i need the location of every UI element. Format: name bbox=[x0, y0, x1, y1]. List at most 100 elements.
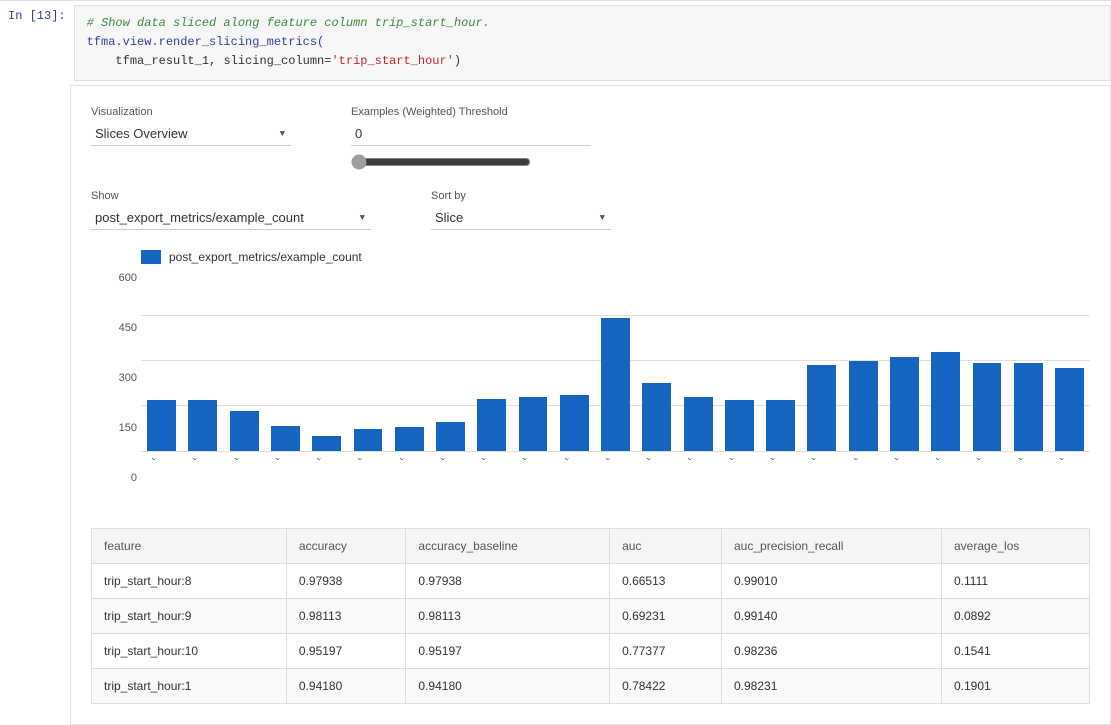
visualization-group: Visualization Slices Overview Metrics Hi… bbox=[91, 106, 291, 170]
bar bbox=[477, 399, 506, 451]
col-accuracy: accuracy bbox=[286, 528, 406, 563]
col-average-loss: average_los bbox=[942, 528, 1090, 563]
table-header-row: feature accuracy accuracy_baseline auc a… bbox=[92, 528, 1090, 563]
y-label-0: 0 bbox=[131, 472, 137, 484]
sortby-select-wrapper[interactable]: Slice Metric Value bbox=[431, 206, 611, 230]
table-cell-5: 0.1111 bbox=[942, 563, 1090, 598]
table-cell-5: 0.1541 bbox=[942, 633, 1090, 668]
code-comment: # Show data sliced along feature column … bbox=[87, 16, 490, 30]
bar-wrapper bbox=[884, 272, 925, 451]
table-cell-1: 0.97938 bbox=[286, 563, 406, 598]
table-body: trip_start_hour:80.979380.979380.665130.… bbox=[92, 563, 1090, 703]
cell-label: In [13]: bbox=[0, 5, 74, 81]
bar bbox=[890, 357, 919, 450]
table-header: feature accuracy accuracy_baseline auc a… bbox=[92, 528, 1090, 563]
bar-wrapper bbox=[1049, 272, 1090, 451]
top-controls: Visualization Slices Overview Metrics Hi… bbox=[91, 106, 1090, 170]
show-select[interactable]: post_export_metrics/example_count accura… bbox=[91, 206, 371, 230]
code-arg: tfma_result_1, slicing_column='trip_star… bbox=[115, 54, 461, 68]
show-select-wrapper[interactable]: post_export_metrics/example_count accura… bbox=[91, 206, 371, 230]
bar-wrapper bbox=[760, 272, 801, 451]
bar-wrapper bbox=[636, 272, 677, 451]
bar bbox=[395, 427, 424, 450]
visualization-label: Visualization bbox=[91, 106, 291, 118]
bars-container: trip_s...trip_s...trip_s...trip_s...trip… bbox=[141, 272, 1090, 508]
visualization-select-wrapper[interactable]: Slices Overview Metrics Histogram bbox=[91, 122, 291, 146]
table-cell-4: 0.99010 bbox=[722, 563, 942, 598]
bar-wrapper bbox=[512, 272, 553, 451]
threshold-input[interactable] bbox=[351, 122, 591, 146]
y-axis: 600 450 300 150 0 bbox=[101, 272, 141, 484]
bar-wrapper bbox=[389, 272, 430, 451]
table-cell-1: 0.95197 bbox=[286, 633, 406, 668]
bar-wrapper bbox=[554, 272, 595, 451]
bar-wrapper bbox=[471, 272, 512, 451]
bar bbox=[849, 361, 878, 451]
bar bbox=[1014, 363, 1043, 451]
bar-wrapper bbox=[182, 272, 223, 451]
visualization-select[interactable]: Slices Overview Metrics Histogram bbox=[91, 122, 291, 146]
col-auc: auc bbox=[610, 528, 722, 563]
bar bbox=[642, 383, 671, 451]
bar bbox=[684, 397, 713, 451]
bar-wrapper bbox=[265, 272, 306, 451]
bar-wrapper bbox=[430, 272, 471, 451]
bar-wrapper bbox=[966, 272, 1007, 451]
chart-wrapper: 600 450 300 150 0 trip_s...trip_s...trip… bbox=[101, 272, 1090, 508]
threshold-group: Examples (Weighted) Threshold bbox=[351, 106, 591, 170]
cell-code: # Show data sliced along feature column … bbox=[74, 5, 1111, 81]
table-row: trip_start_hour:90.981130.981130.692310.… bbox=[92, 598, 1090, 633]
table-cell-3: 0.77377 bbox=[610, 633, 722, 668]
bar-wrapper bbox=[925, 272, 966, 451]
table-cell-0: trip_start_hour:8 bbox=[92, 563, 287, 598]
bar-wrapper bbox=[595, 272, 636, 451]
table-cell-5: 0.1901 bbox=[942, 668, 1090, 703]
show-label: Show bbox=[91, 190, 371, 202]
table-cell-2: 0.94180 bbox=[406, 668, 610, 703]
bar bbox=[188, 400, 217, 450]
bar bbox=[230, 411, 259, 450]
table-cell-4: 0.98236 bbox=[722, 633, 942, 668]
chart-area: post_export_metrics/example_count 600 45… bbox=[91, 250, 1090, 508]
bar bbox=[807, 365, 836, 451]
table-cell-4: 0.98231 bbox=[722, 668, 942, 703]
bar bbox=[560, 395, 589, 450]
table-cell-3: 0.78422 bbox=[610, 668, 722, 703]
bar-wrapper bbox=[1008, 272, 1049, 451]
bar bbox=[1055, 368, 1084, 450]
table-cell-2: 0.98113 bbox=[406, 598, 610, 633]
bar-wrapper bbox=[347, 272, 388, 451]
threshold-slider[interactable] bbox=[351, 154, 531, 170]
table-cell-2: 0.95197 bbox=[406, 633, 610, 668]
bar bbox=[354, 429, 383, 450]
bar bbox=[601, 318, 630, 450]
col-accuracy-baseline: accuracy_baseline bbox=[406, 528, 610, 563]
bar-wrapper bbox=[719, 272, 760, 451]
bar bbox=[312, 436, 341, 450]
col-feature: feature bbox=[92, 528, 287, 563]
y-label-600: 600 bbox=[119, 272, 137, 284]
bar bbox=[973, 363, 1002, 451]
table-cell-4: 0.99140 bbox=[722, 598, 942, 633]
chart-legend: post_export_metrics/example_count bbox=[101, 250, 1090, 264]
y-label-150: 150 bbox=[119, 422, 137, 434]
legend-text: post_export_metrics/example_count bbox=[169, 250, 362, 264]
table-cell-0: trip_start_hour:10 bbox=[92, 633, 287, 668]
bar-wrapper bbox=[677, 272, 718, 451]
data-table: feature accuracy accuracy_baseline auc a… bbox=[91, 528, 1090, 704]
code-cell: In [13]: # Show data sliced along featur… bbox=[0, 0, 1111, 85]
table-cell-1: 0.94180 bbox=[286, 668, 406, 703]
code-func: tfma.view.render_slicing_metrics( bbox=[87, 35, 325, 49]
bar bbox=[766, 400, 795, 450]
bar bbox=[931, 352, 960, 450]
bar bbox=[271, 426, 300, 451]
table-cell-0: trip_start_hour:9 bbox=[92, 598, 287, 633]
table-cell-1: 0.98113 bbox=[286, 598, 406, 633]
bar-wrapper bbox=[801, 272, 842, 451]
y-label-300: 300 bbox=[119, 372, 137, 384]
sortby-select[interactable]: Slice Metric Value bbox=[431, 206, 611, 230]
bar-wrapper bbox=[224, 272, 265, 451]
bar-wrapper bbox=[843, 272, 884, 451]
legend-color-box bbox=[141, 250, 161, 264]
col-auc-precision-recall: auc_precision_recall bbox=[722, 528, 942, 563]
